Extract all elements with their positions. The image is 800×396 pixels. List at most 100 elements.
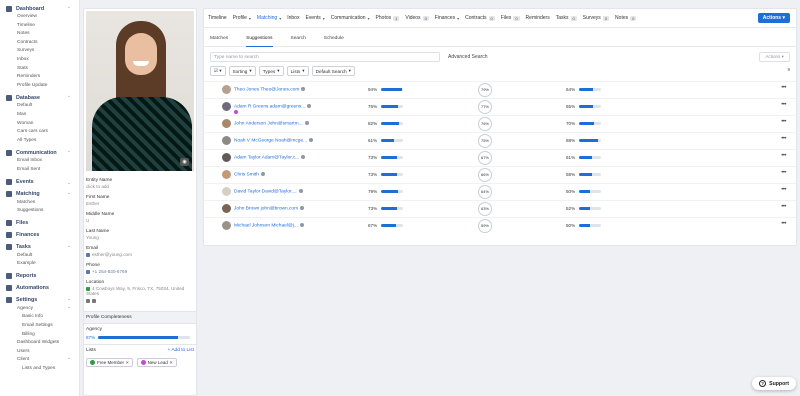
sidebar-item-email-settings[interactable]: Email Settings xyxy=(0,322,79,331)
tab-matches[interactable]: Matches xyxy=(210,31,228,47)
trash-icon[interactable] xyxy=(92,298,96,303)
middle-name-value[interactable]: U xyxy=(86,218,194,223)
sidebar-item-email-sent[interactable]: Email Sent xyxy=(0,166,79,175)
first-name-value[interactable]: Esther xyxy=(86,201,194,206)
info-icon[interactable] xyxy=(304,121,309,125)
sidebar-section-files[interactable]: Files xyxy=(0,219,79,228)
suggestion-name-link[interactable]: Adam Taylor Adam@Taylor.c... xyxy=(234,155,306,160)
more-options-icon[interactable]: ••• xyxy=(781,85,786,91)
sidebar-item-users[interactable]: Users xyxy=(0,348,79,357)
info-icon[interactable] xyxy=(307,104,312,108)
tab-profile[interactable]: Profile ▾ xyxy=(233,15,251,21)
sidebar-item-tasks-default[interactable]: Default xyxy=(0,252,79,261)
tab-events[interactable]: Events ▾ xyxy=(305,15,324,21)
advanced-search-link[interactable]: Advanced Search xyxy=(448,54,487,60)
sidebar-section-finances[interactable]: Finances xyxy=(0,231,79,240)
avatar[interactable] xyxy=(222,187,231,196)
info-icon[interactable] xyxy=(300,206,305,210)
more-options-icon[interactable]: ••• xyxy=(781,187,786,193)
types-dropdown[interactable]: Types ▾ xyxy=(258,66,284,76)
avatar[interactable] xyxy=(222,136,231,145)
sidebar-item-contracts[interactable]: Contracts xyxy=(0,39,79,48)
info-icon[interactable] xyxy=(309,138,314,142)
suggestion-row[interactable]: Noah V McGeorge Noah@mcge... 61% 75% 88% ••• xyxy=(204,132,796,149)
sidebar-item-woman[interactable]: Woman xyxy=(0,120,79,129)
sidebar-item-suggestions[interactable]: Suggestions xyxy=(0,207,79,216)
entity-name-value[interactable]: click to add xyxy=(86,184,194,189)
avatar[interactable] xyxy=(222,221,231,230)
tab-notes[interactable]: Notes 0 xyxy=(615,15,637,21)
edit-icon[interactable] xyxy=(86,298,90,303)
more-options-icon[interactable]: ••• xyxy=(781,221,786,227)
select-all-checkbox[interactable]: ☑ ▾ xyxy=(210,66,226,76)
sidebar-item-timeline[interactable]: Timeline xyxy=(0,22,79,31)
last-name-value[interactable]: Young xyxy=(86,235,194,240)
phone-value[interactable]: +1 254-830-6769 xyxy=(86,269,194,274)
tab-tasks[interactable]: Tasks 0 xyxy=(556,15,577,21)
avatar[interactable] xyxy=(222,170,231,179)
sidebar-section-tasks[interactable]: Tasks ⌃ xyxy=(0,243,79,252)
sidebar-section-database[interactable]: Database ⌃ xyxy=(0,93,79,102)
sidebar-item-inbox[interactable]: Inbox xyxy=(0,56,79,65)
tab-contracts[interactable]: Contracts 0 xyxy=(465,15,495,21)
sidebar-item-notes[interactable]: Notes xyxy=(0,30,79,39)
sidebar-item-matches[interactable]: Matches xyxy=(0,199,79,208)
info-icon[interactable] xyxy=(260,172,265,176)
suggestion-row[interactable]: Theo Jones Theo@Jones.com 94% 79% 64% ••• xyxy=(204,81,796,98)
sidebar-item-man[interactable]: Man xyxy=(0,111,79,120)
sidebar-group-client[interactable]: Client ⌃ xyxy=(0,356,79,365)
sidebar-item-profile-update[interactable]: Profile Update xyxy=(0,82,79,91)
sidebar-item-reminders[interactable]: Reminders xyxy=(0,73,79,82)
suggestion-row[interactable]: Michael Johnson Michael@j... 67% 59% 50% ••• xyxy=(204,217,796,234)
suggestion-row[interactable]: John Brown john@brown.com 73% 63% 52% ••• xyxy=(204,200,796,217)
info-icon[interactable] xyxy=(301,87,306,91)
sidebar-section-automations[interactable]: Automations xyxy=(0,284,79,293)
sidebar-item-stats[interactable]: Stats xyxy=(0,65,79,74)
suggestion-row[interactable]: Adam Taylor Adam@Taylor.c... 73% 67% 61% ••• xyxy=(204,149,796,166)
tab-schedule[interactable]: Schedule xyxy=(324,31,344,47)
tab-communication[interactable]: Communication ▾ xyxy=(331,15,370,21)
actions-button[interactable]: Actions ▾ xyxy=(757,13,790,23)
sidebar-section-dashboard[interactable]: Dashboard ⌃ xyxy=(0,4,79,13)
search-input[interactable] xyxy=(210,52,440,62)
info-icon[interactable] xyxy=(299,223,304,227)
suggestion-row[interactable]: Chris Smith 73% 66% 58% ••• xyxy=(204,166,796,183)
sidebar-section-settings[interactable]: Settings ⌃ xyxy=(0,296,79,305)
location-value[interactable]: 4 Cowboys Way, 9, Frisco, TX, 75034, Uni… xyxy=(86,286,194,296)
sidebar-item-surveys[interactable]: Surveys xyxy=(0,47,79,56)
bulk-actions-button[interactable]: Actions ▾ xyxy=(759,52,790,62)
suggestion-row[interactable]: Adam R Greens adam@greens... 76% 77% 65% ••• xyxy=(204,98,796,115)
more-options-icon[interactable]: ••• xyxy=(781,136,786,142)
suggestion-row[interactable]: David Taylor David@Taylor.... 79% 64% 50% ••… xyxy=(204,183,796,200)
more-options-icon[interactable]: ••• xyxy=(781,119,786,125)
remove-tag-icon[interactable]: × xyxy=(170,360,173,365)
sidebar-item-basic-info[interactable]: Basic Info xyxy=(0,313,79,322)
avatar[interactable] xyxy=(222,204,231,213)
suggestion-name-link[interactable]: Theo Jones Theo@Jones.com xyxy=(234,87,306,92)
default-search-dropdown[interactable]: Default Search ▾ xyxy=(311,66,356,76)
tab-files[interactable]: Files 0 xyxy=(501,15,520,21)
avatar[interactable] xyxy=(222,153,231,162)
avatar[interactable] xyxy=(222,85,231,94)
sidebar-item-lists-and-types[interactable]: Lists and Types xyxy=(0,365,79,374)
suggestion-name-link[interactable]: Michael Johnson Michael@j... xyxy=(234,223,304,228)
tab-reminders[interactable]: Reminders xyxy=(526,15,550,21)
tab-matching[interactable]: Matching ▾ xyxy=(257,15,281,21)
sorting-dropdown[interactable]: Sorting ▾ xyxy=(228,66,256,76)
sidebar-section-reports[interactable]: Reports xyxy=(0,272,79,281)
remove-tag-icon[interactable]: × xyxy=(126,360,129,365)
sidebar-section-communication[interactable]: Communication ⌃ xyxy=(0,148,79,157)
avatar[interactable] xyxy=(222,119,231,128)
suggestion-row[interactable]: John Anderson John@smartm... 82% 76% 70% ••• xyxy=(204,115,796,132)
avatar[interactable] xyxy=(222,102,231,111)
sidebar-item-email-inbox[interactable]: Email Inbox xyxy=(0,157,79,166)
sidebar-item-overview[interactable]: Overview xyxy=(0,13,79,22)
camera-icon[interactable]: ◉ xyxy=(180,158,189,166)
suggestion-name-link[interactable]: Noah V McGeorge Noah@mcge... xyxy=(234,138,314,143)
sidebar-item-tasks-example[interactable]: Example xyxy=(0,260,79,269)
suggestion-name-link[interactable]: Chris Smith xyxy=(234,172,265,177)
tab-timeline[interactable]: Timeline xyxy=(208,15,227,21)
tab-inbox[interactable]: Inbox xyxy=(287,15,299,21)
more-options-icon[interactable]: ••• xyxy=(781,204,786,210)
sidebar-item-all-types[interactable]: All Types xyxy=(0,137,79,146)
